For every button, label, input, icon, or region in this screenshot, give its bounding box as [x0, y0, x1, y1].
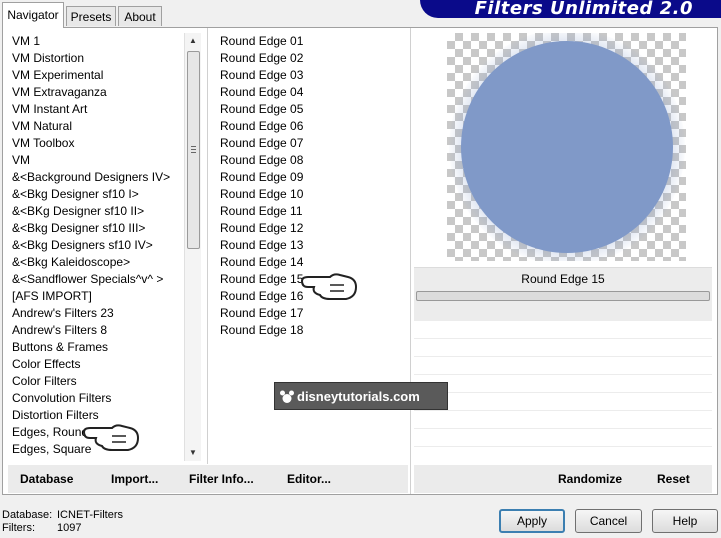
database-button[interactable]: Database — [20, 472, 73, 486]
divider — [414, 392, 712, 393]
divider — [207, 28, 208, 464]
filter-item[interactable]: Round Edge 11 — [216, 203, 406, 220]
status-database-label: Database: — [2, 509, 53, 521]
category-item[interactable]: Andrew's Filters 8 — [8, 322, 183, 339]
preview-shape — [461, 41, 673, 253]
status-filters-value: 1097 — [57, 522, 82, 534]
filter-item[interactable]: Round Edge 09 — [216, 169, 406, 186]
filter-item[interactable]: Round Edge 12 — [216, 220, 406, 237]
category-scrollbar[interactable]: ▲ ▼ — [184, 33, 201, 461]
category-item[interactable]: Andrew's Filters 23 — [8, 305, 183, 322]
category-item[interactable]: &<Sandflower Specials^v^ > — [8, 271, 183, 288]
category-item[interactable]: &<Bkg Designer sf10 III> — [8, 220, 183, 237]
filter-item[interactable]: Round Edge 05 — [216, 101, 406, 118]
right-toolbar: Randomize Reset — [414, 465, 712, 493]
scroll-down-icon[interactable]: ▼ — [185, 445, 201, 461]
category-item[interactable]: Color Filters — [8, 373, 183, 390]
scroll-thumb[interactable] — [187, 51, 200, 249]
tab-about[interactable]: About — [118, 6, 162, 26]
category-item[interactable]: &<Background Designers IV> — [8, 169, 183, 186]
parameter-area — [414, 289, 712, 321]
divider — [410, 28, 411, 494]
filter-item[interactable]: Round Edge 18 — [216, 322, 406, 339]
filter-item[interactable]: Round Edge 03 — [216, 67, 406, 84]
status-database-value: ICNET-Filters — [57, 509, 123, 521]
category-item[interactable]: VM — [8, 152, 183, 169]
tab-navigator[interactable]: Navigator — [2, 2, 64, 28]
filter-item[interactable]: Round Edge 01 — [216, 33, 406, 50]
watermark: disneytutorials.com — [274, 382, 448, 410]
category-item[interactable]: VM Experimental — [8, 67, 183, 84]
divider — [414, 446, 712, 447]
apply-button[interactable]: Apply — [499, 509, 565, 533]
divider — [414, 374, 712, 375]
category-item[interactable]: &<BKg Designer sf10 II> — [8, 203, 183, 220]
filter-item[interactable]: Round Edge 07 — [216, 135, 406, 152]
import-button[interactable]: Import... — [111, 472, 158, 486]
category-item[interactable]: [AFS IMPORT] — [8, 288, 183, 305]
category-item[interactable]: &<Bkg Designers sf10 IV> — [8, 237, 183, 254]
filter-list[interactable]: Round Edge 01 Round Edge 02 Round Edge 03 R… — [216, 33, 406, 353]
category-list[interactable]: VM 1 VM Distortion VM Experimental VM Extra… — [8, 33, 183, 463]
filter-item[interactable]: Round Edge 10 — [216, 186, 406, 203]
tab-presets[interactable]: Presets — [66, 6, 116, 26]
filter-info-button[interactable]: Filter Info... — [189, 472, 254, 486]
category-item[interactable]: VM Extravaganza — [8, 84, 183, 101]
category-item[interactable]: &<Bkg Designer sf10 I> — [8, 186, 183, 203]
help-button[interactable]: Help — [652, 509, 718, 533]
filter-item[interactable]: Round Edge 06 — [216, 118, 406, 135]
scroll-up-icon[interactable]: ▲ — [185, 33, 201, 49]
category-item[interactable]: VM Instant Art — [8, 101, 183, 118]
title-banner: Filters Unlimited 2.0 — [420, 0, 721, 18]
divider — [414, 410, 712, 411]
cancel-button[interactable]: Cancel — [575, 509, 642, 533]
watermark-text: disneytutorials.com — [297, 389, 420, 404]
category-item[interactable]: VM Natural — [8, 118, 183, 135]
category-item[interactable]: &<Bkg Kaleidoscope> — [8, 254, 183, 271]
filter-item[interactable]: Round Edge 04 — [216, 84, 406, 101]
filter-item[interactable]: Round Edge 08 — [216, 152, 406, 169]
mickey-icon — [280, 390, 294, 403]
filter-item[interactable]: Round Edge 13 — [216, 237, 406, 254]
left-toolbar: Database Import... Filter Info... Editor… — [8, 465, 408, 493]
app-title: Filters Unlimited 2.0 — [474, 0, 693, 18]
reset-button[interactable]: Reset — [657, 472, 690, 486]
category-item[interactable]: VM Toolbox — [8, 135, 183, 152]
pointing-hand-icon — [82, 424, 140, 451]
category-item[interactable]: Buttons & Frames — [8, 339, 183, 356]
divider — [414, 338, 712, 339]
category-item[interactable]: Convolution Filters — [8, 390, 183, 407]
selected-filter-name: Round Edge 15 — [414, 267, 712, 290]
category-item[interactable]: VM 1 — [8, 33, 183, 50]
divider — [414, 356, 712, 357]
filter-item[interactable]: Round Edge 02 — [216, 50, 406, 67]
randomize-button[interactable]: Randomize — [558, 472, 622, 486]
editor-button[interactable]: Editor... — [287, 472, 331, 486]
category-item[interactable]: Color Effects — [8, 356, 183, 373]
pointing-hand-icon — [300, 273, 358, 300]
filter-item[interactable]: Round Edge 17 — [216, 305, 406, 322]
divider — [414, 428, 712, 429]
category-item[interactable]: VM Distortion — [8, 50, 183, 67]
filter-preview — [447, 33, 686, 261]
status-filters-label: Filters: — [2, 522, 35, 534]
parameter-slider[interactable] — [416, 291, 710, 301]
